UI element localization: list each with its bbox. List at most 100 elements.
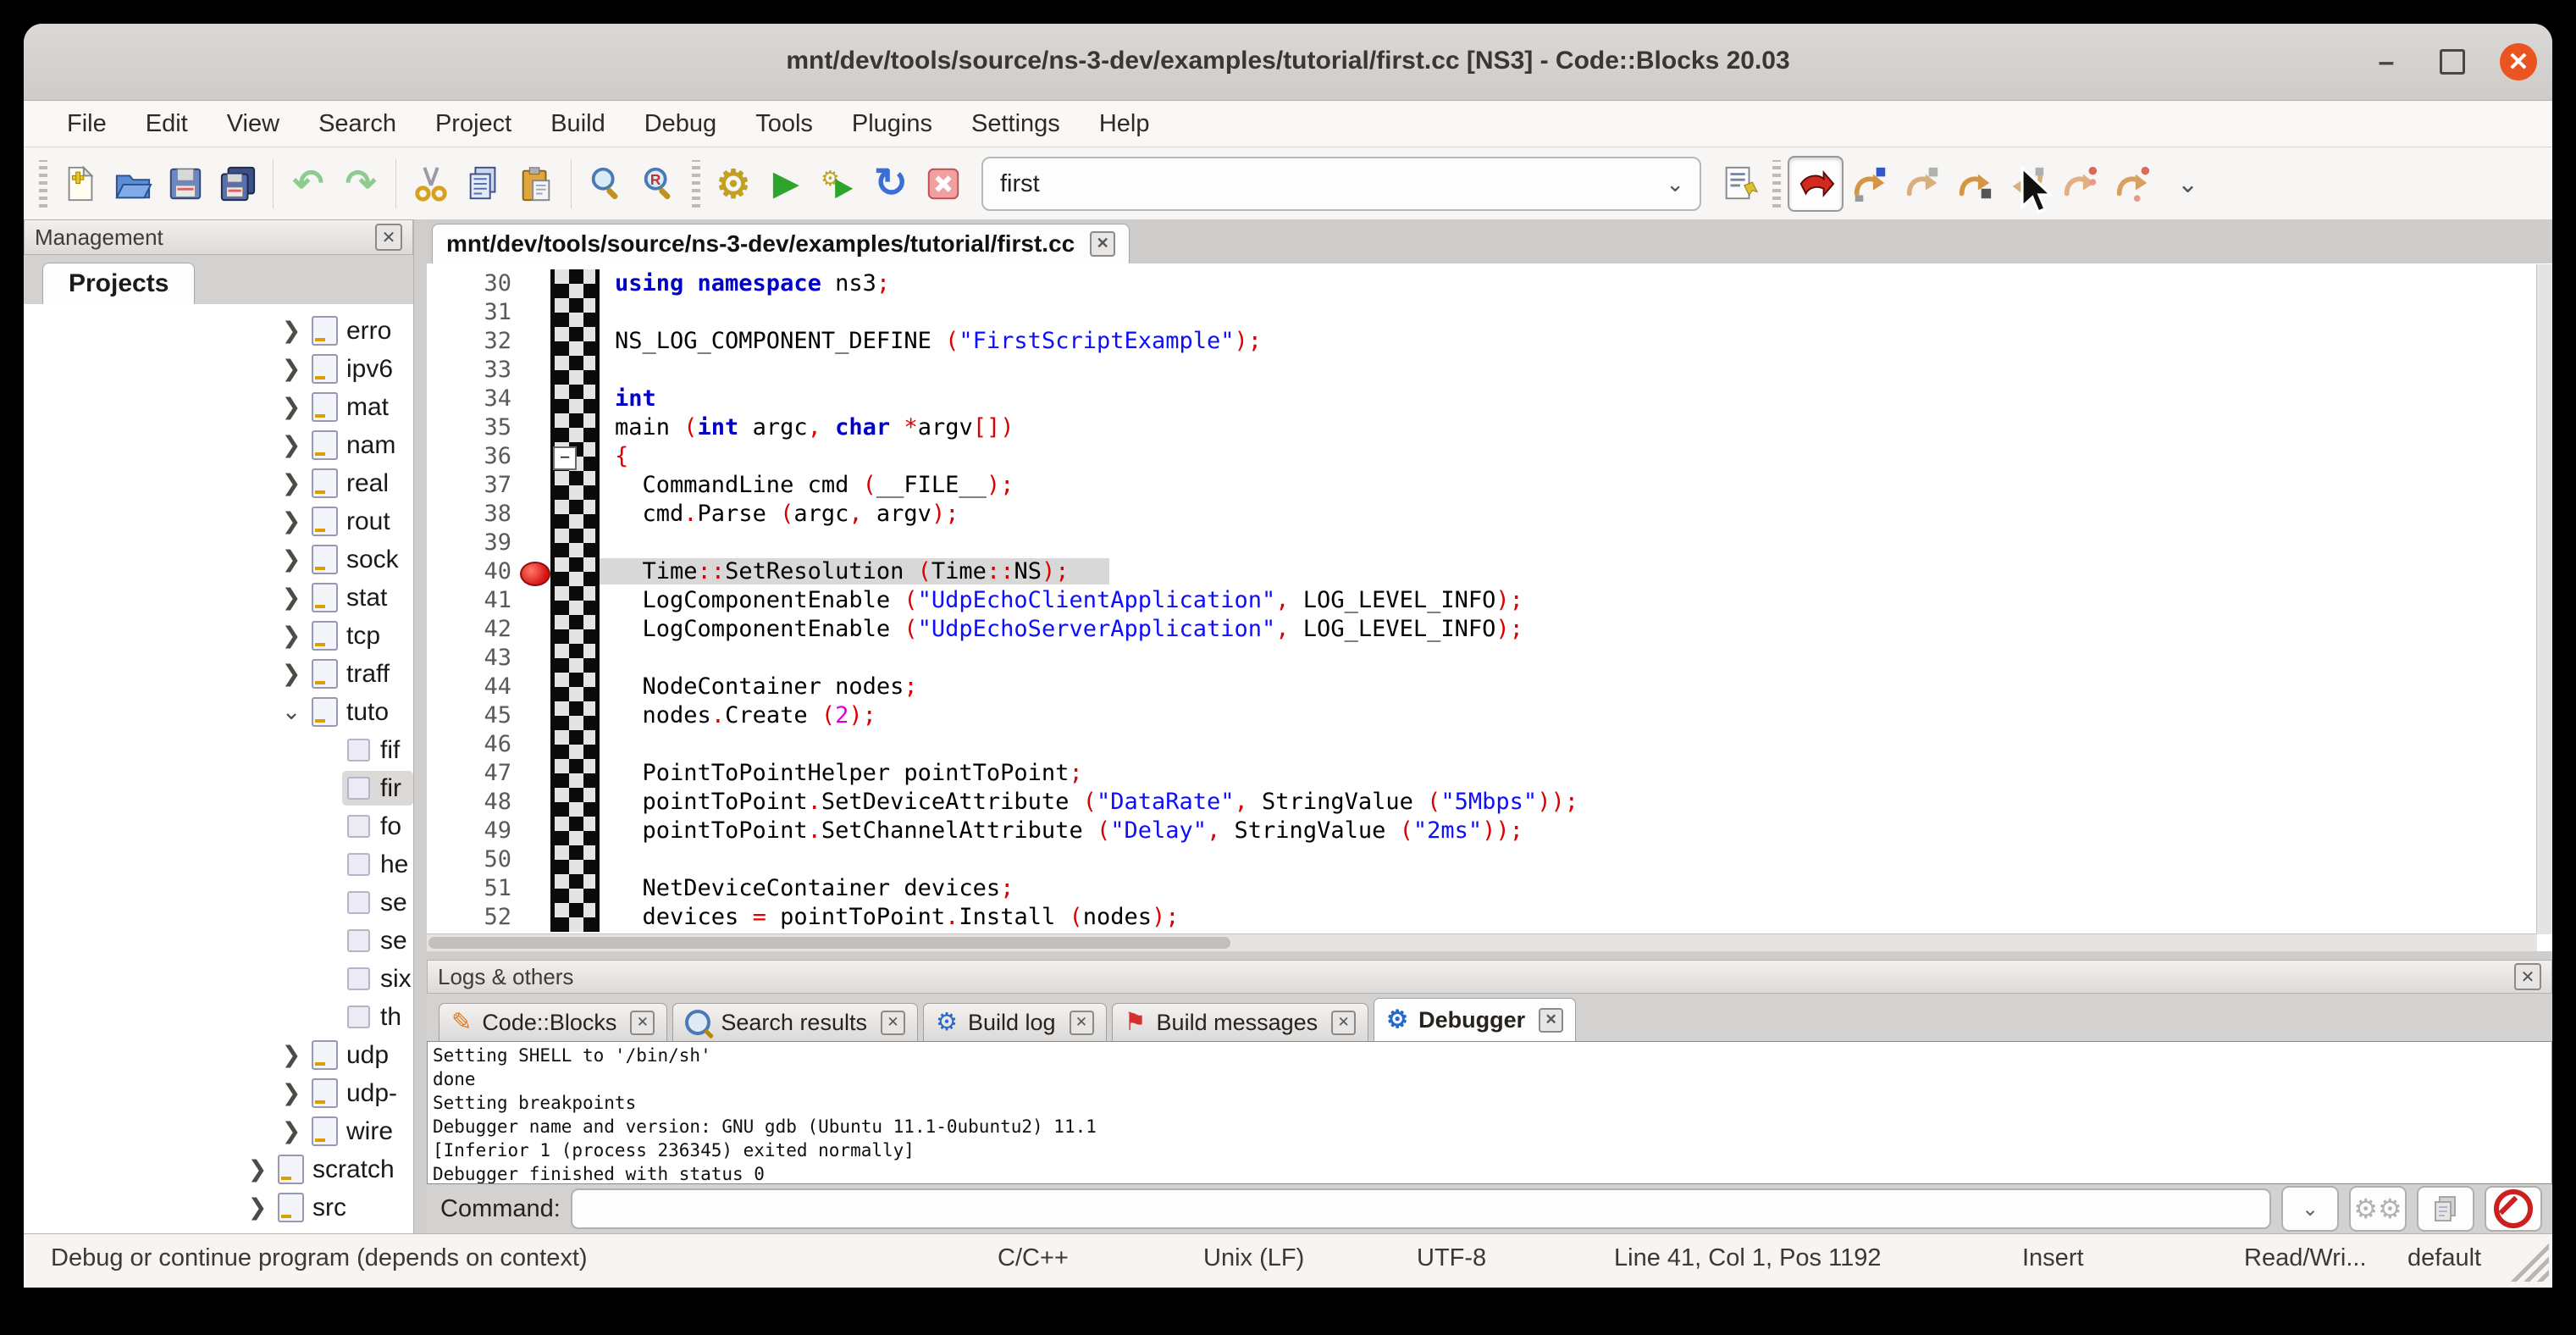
tab-close-icon[interactable]: ✕	[1070, 1011, 1094, 1035]
fold-collapse-icon[interactable]: −	[553, 446, 577, 470]
line-number[interactable]: 36	[427, 443, 517, 469]
copy-button[interactable]	[457, 158, 510, 210]
rebuild-button[interactable]: ↻	[865, 158, 917, 210]
tree-item-six[interactable]: six	[24, 960, 413, 998]
chevron-right-icon[interactable]: ❯	[276, 1118, 307, 1144]
code-line-46[interactable]: 46	[427, 730, 2537, 759]
tree-item-mat[interactable]: ❯mat	[24, 388, 413, 426]
tree-item-real[interactable]: ❯real	[24, 464, 413, 502]
menu-item-tools[interactable]: Tools	[736, 101, 832, 147]
fold-margin[interactable]	[550, 903, 600, 932]
code-line-42[interactable]: 42 LogComponentEnable ("UdpEchoServerApp…	[427, 615, 2537, 644]
code-line-39[interactable]: 39	[427, 529, 2537, 557]
tab-projects[interactable]: Projects	[42, 263, 195, 304]
line-number[interactable]: 35	[427, 414, 517, 440]
code-line-32[interactable]: 32NS_LOG_COMPONENT_DEFINE ("FirstScriptE…	[427, 327, 2537, 356]
fold-margin[interactable]: −	[550, 442, 600, 471]
debug-tools-button[interactable]: ⚙⚙	[2349, 1186, 2407, 1232]
tree-item-traff[interactable]: ❯traff	[24, 655, 413, 693]
chevron-right-icon[interactable]: ❯	[276, 661, 307, 687]
menu-item-settings[interactable]: Settings	[952, 101, 1080, 147]
open-file-button[interactable]	[107, 158, 159, 210]
line-number[interactable]: 37	[427, 472, 517, 498]
menu-item-file[interactable]: File	[47, 101, 126, 147]
code-line-44[interactable]: 44 NodeContainer nodes;	[427, 673, 2537, 701]
logs-close-icon[interactable]: ✕	[2514, 963, 2541, 990]
breakpoint-margin[interactable]	[517, 269, 550, 298]
code-editor[interactable]: 30using namespace ns3;3132NS_LOG_COMPONE…	[427, 264, 2552, 951]
fold-margin[interactable]	[550, 356, 600, 385]
fold-margin[interactable]	[550, 874, 600, 903]
tab-close-icon[interactable]: ✕	[881, 1011, 905, 1035]
code-line-49[interactable]: 49 pointToPoint.SetChannelAttribute ("De…	[427, 817, 2537, 845]
step-into-instruction-button[interactable]	[2106, 158, 2159, 210]
fold-margin[interactable]	[550, 327, 600, 356]
breakpoint-margin[interactable]	[517, 903, 550, 932]
chevron-right-icon[interactable]: ❯	[242, 1194, 273, 1221]
tab-close-icon[interactable]: ✕	[630, 1011, 655, 1035]
code-line-36[interactable]: 36−{	[427, 442, 2537, 471]
toolbar-handle[interactable]	[1772, 160, 1781, 208]
code-line-35[interactable]: 35main (int argc, char *argv[])	[427, 413, 2537, 442]
tab-close-icon[interactable]: ✕	[1331, 1011, 1356, 1035]
breakpoint-margin[interactable]	[517, 327, 550, 356]
fold-margin[interactable]	[550, 845, 600, 874]
logs-tab-debugger[interactable]: ⚙Debugger✕	[1374, 998, 1576, 1041]
code-line-48[interactable]: 48 pointToPoint.SetDeviceAttribute ("Dat…	[427, 788, 2537, 817]
tree-item-sock[interactable]: ❯sock	[24, 540, 413, 579]
tree-item-nam[interactable]: ❯nam	[24, 426, 413, 464]
redo-button[interactable]: ↷	[334, 158, 387, 210]
abort-button[interactable]	[917, 158, 970, 210]
editor-tab-close-icon[interactable]: ✕	[1090, 231, 1115, 257]
tree-item-src[interactable]: ❯src	[24, 1188, 413, 1227]
chevron-right-icon[interactable]: ❯	[276, 356, 307, 382]
line-number[interactable]: 41	[427, 587, 517, 613]
logs-tab-code-blocks[interactable]: ✎Code::Blocks✕	[439, 1003, 667, 1041]
run-button[interactable]: ▶	[760, 158, 812, 210]
step-into-button[interactable]	[1949, 158, 2001, 210]
compile-button[interactable]: ⚙	[707, 158, 760, 210]
tree-item-se[interactable]: se	[24, 884, 413, 922]
search-options-button[interactable]	[1713, 158, 1766, 210]
breakpoint-margin[interactable]	[517, 673, 550, 701]
breakpoint-margin[interactable]	[517, 644, 550, 673]
tree-item-fir[interactable]: fir	[24, 769, 413, 807]
breakpoint-margin[interactable]	[517, 298, 550, 327]
chevron-right-icon[interactable]: ❯	[276, 546, 307, 573]
tree-item-udp-[interactable]: ❯udp-	[24, 1074, 413, 1112]
code-line-37[interactable]: 37 CommandLine cmd (__FILE__);	[427, 471, 2537, 500]
line-number[interactable]: 51	[427, 875, 517, 901]
toolbar-handle[interactable]	[692, 160, 700, 208]
logs-tab-build-messages[interactable]: ⚑Build messages✕	[1112, 1003, 1369, 1041]
line-number[interactable]: 45	[427, 702, 517, 728]
breakpoint-margin[interactable]	[517, 874, 550, 903]
chevron-right-icon[interactable]: ❯	[276, 432, 307, 458]
logs-tab-build-log[interactable]: ⚙Build log✕	[923, 1003, 1107, 1041]
line-number[interactable]: 46	[427, 731, 517, 757]
line-number[interactable]: 50	[427, 846, 517, 872]
resize-grip[interactable]	[2510, 1243, 2549, 1282]
code-line-34[interactable]: 34int	[427, 385, 2537, 413]
fold-margin[interactable]	[550, 500, 600, 529]
code-line-40[interactable]: 40 Time::SetResolution (Time::NS);	[427, 557, 2537, 586]
chevron-right-icon[interactable]: ❯	[276, 394, 307, 420]
menu-item-search[interactable]: Search	[299, 101, 416, 147]
tree-item-th[interactable]: th	[24, 998, 413, 1036]
tree-item-udp[interactable]: ❯udp	[24, 1036, 413, 1074]
tree-item-tuto[interactable]: ⌄tuto	[24, 693, 413, 731]
breakpoint-margin[interactable]	[517, 385, 550, 413]
search-dropdown-icon[interactable]: ⌄	[1666, 171, 1684, 197]
chevron-right-icon[interactable]: ❯	[276, 1080, 307, 1106]
line-number[interactable]: 31	[427, 299, 517, 325]
cut-button[interactable]	[405, 158, 457, 210]
menu-item-help[interactable]: Help	[1080, 101, 1169, 147]
fold-margin[interactable]	[550, 298, 600, 327]
tree-item-se[interactable]: se	[24, 922, 413, 960]
code-line-38[interactable]: 38 cmd.Parse (argc, argv);	[427, 500, 2537, 529]
minimize-button[interactable]: –	[2368, 43, 2405, 80]
line-number[interactable]: 47	[427, 760, 517, 786]
menu-item-view[interactable]: View	[207, 101, 299, 147]
line-number[interactable]: 52	[427, 904, 517, 930]
chevron-right-icon[interactable]: ❯	[276, 623, 307, 649]
chevron-right-icon[interactable]: ❯	[276, 318, 307, 344]
